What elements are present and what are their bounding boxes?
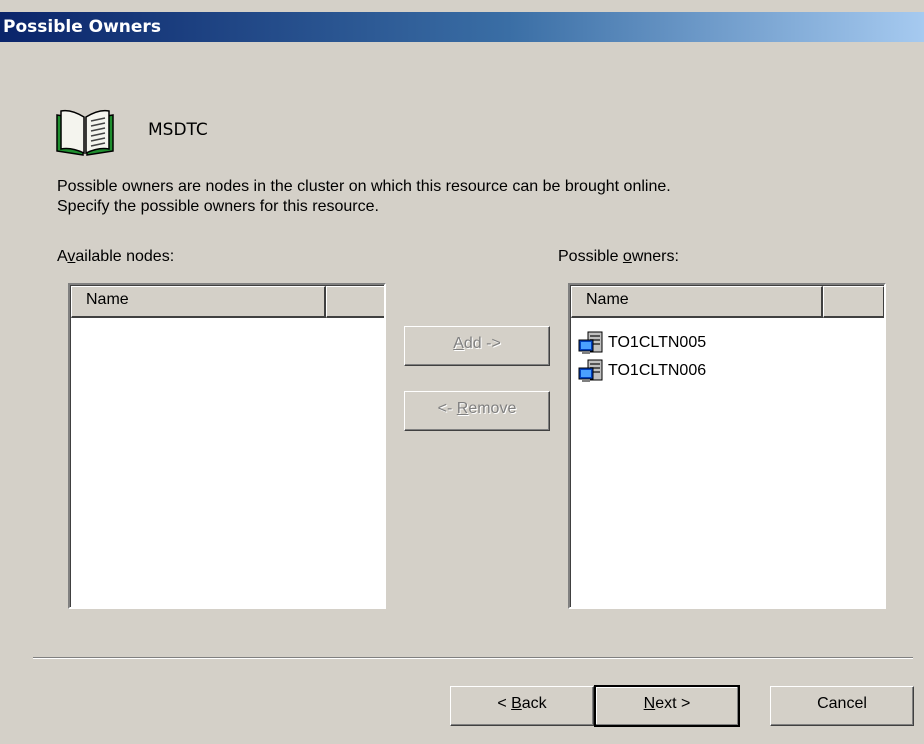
- resource-name: MSDTC: [148, 120, 208, 140]
- column-header-empty[interactable]: [823, 286, 884, 318]
- window-title: Possible Owners: [3, 17, 161, 37]
- title-bar: Possible Owners: [0, 12, 924, 42]
- cancel-button[interactable]: Cancel: [770, 686, 914, 726]
- list-item[interactable]: TO1CLTN005: [576, 329, 706, 357]
- column-header-name[interactable]: Name: [71, 286, 326, 318]
- description-line-2: Specify the possible owners for this res…: [57, 198, 379, 215]
- possible-owners-list[interactable]: Name TO1CLTN005 TO1CLTN006: [568, 283, 886, 609]
- open-book-icon: [56, 109, 114, 156]
- remove-button[interactable]: <- Remove: [404, 391, 550, 431]
- available-nodes-list[interactable]: Name: [68, 283, 386, 609]
- available-nodes-label: Available nodes:: [57, 248, 175, 265]
- next-button[interactable]: Next >: [594, 685, 740, 727]
- cluster-node-icon: [578, 359, 603, 382]
- list-item-label: TO1CLTN005: [608, 334, 707, 351]
- separator: [33, 657, 913, 659]
- column-header-name[interactable]: Name: [571, 286, 823, 318]
- add-button[interactable]: Add ->: [404, 326, 550, 366]
- possible-owners-label: Possible owners:: [558, 248, 679, 265]
- column-header-empty[interactable]: [326, 286, 384, 318]
- list-item-label: TO1CLTN006: [608, 362, 707, 379]
- description-line-1: Possible owners are nodes in the cluster…: [57, 178, 671, 195]
- back-button[interactable]: < Back: [450, 686, 594, 726]
- list-item[interactable]: TO1CLTN006: [576, 357, 706, 385]
- cluster-node-icon: [578, 331, 603, 354]
